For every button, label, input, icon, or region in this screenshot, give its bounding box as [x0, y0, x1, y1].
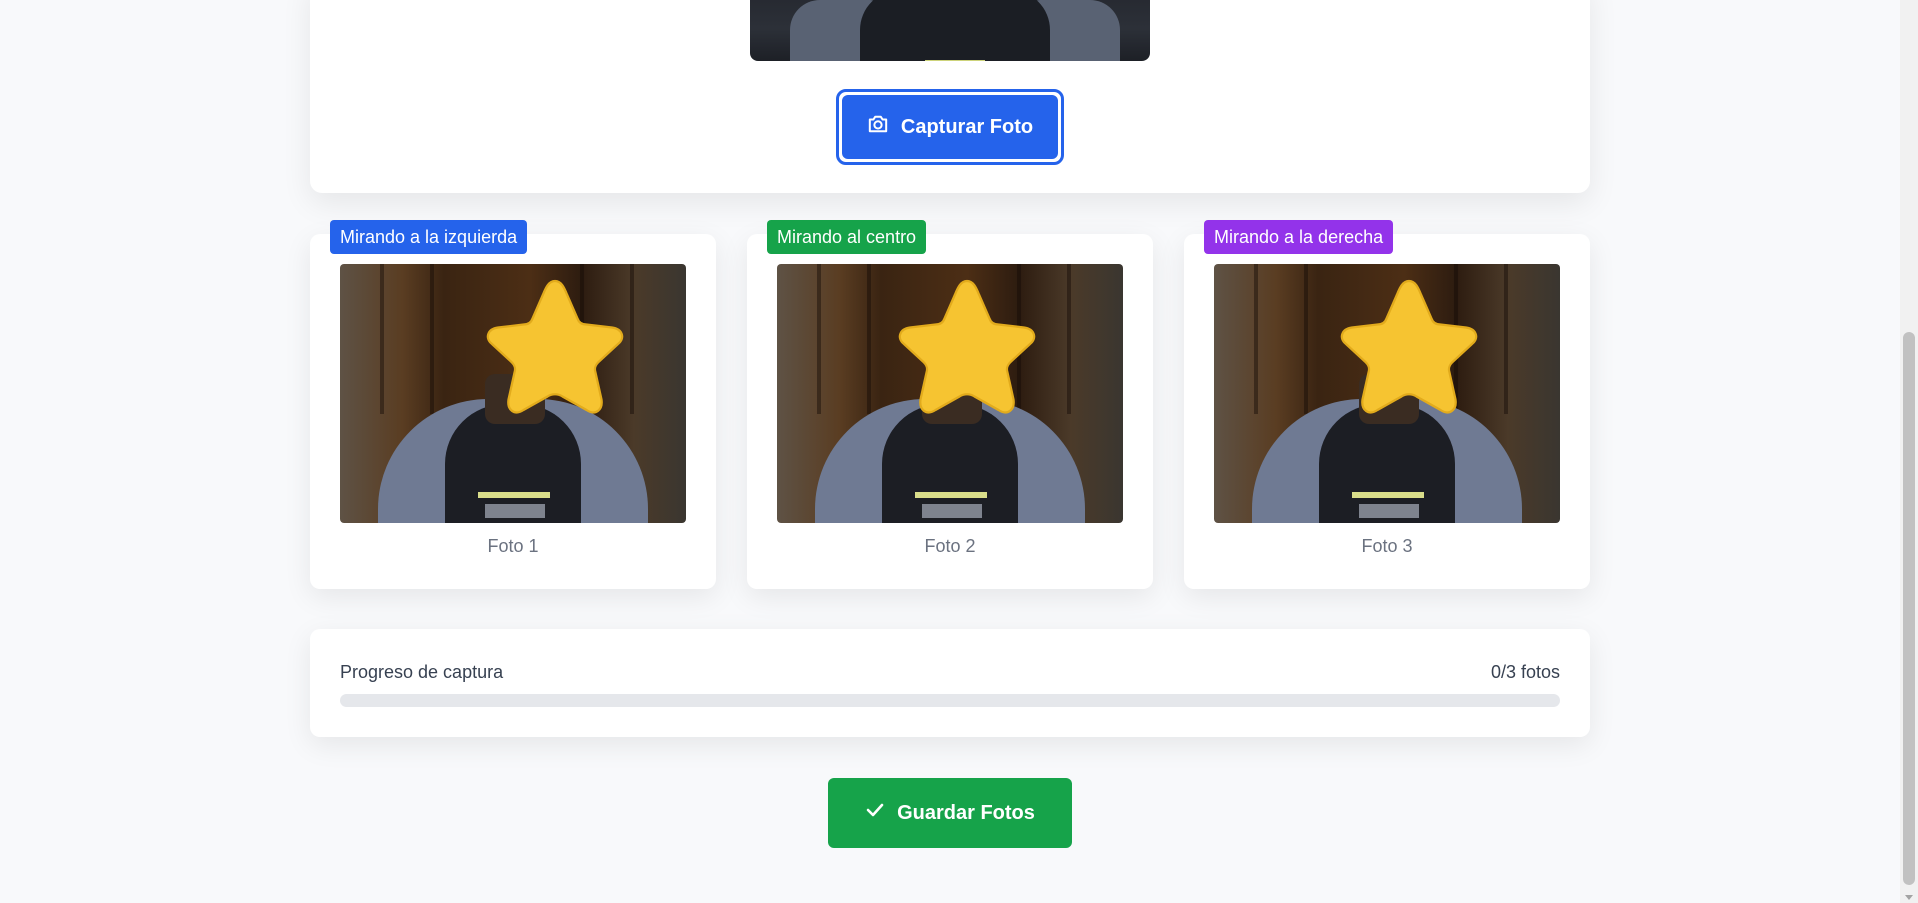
photo-card-right: Mirando a la derecha Foto 3 [1184, 220, 1590, 589]
photo-caption-2: Foto 2 [924, 536, 976, 556]
scrollbar-thumb[interactable] [1903, 332, 1915, 885]
star-icon [486, 279, 624, 414]
progress-label: Progreso de captura [340, 662, 504, 682]
photo-caption-1: Foto 1 [487, 536, 539, 556]
pose-badge-right: Mirando a la derecha [1204, 220, 1394, 254]
scroll-down-arrow-icon[interactable] [1905, 895, 1913, 900]
progress-card: Progreso de captura 0/3 fotos [310, 629, 1590, 737]
pose-badge-left: Mirando a la izquierda [330, 220, 528, 254]
captured-photo-1 [340, 264, 686, 523]
pose-badge-center: Mirando al centro [767, 220, 927, 254]
photo-caption-3: Foto 3 [1361, 536, 1413, 556]
page: Capturar Foto Mirando a la izquierda Fot… [0, 0, 1900, 903]
captured-photo-2 [777, 264, 1123, 523]
page-scrollbar[interactable] [1900, 0, 1918, 903]
star-icon [1340, 279, 1478, 414]
capture-photo-button[interactable]: Capturar Foto [836, 89, 1064, 165]
save-photos-button[interactable]: Guardar Fotos [828, 778, 1072, 848]
check-icon [865, 801, 885, 825]
camera-icon [867, 114, 889, 140]
progress-bar [340, 694, 1560, 707]
captured-photo-3 [1214, 264, 1560, 523]
star-icon [898, 279, 1036, 414]
photo-card-center: Mirando al centro Foto 2 [747, 220, 1153, 589]
save-photos-label: Guardar Fotos [897, 801, 1035, 824]
capture-photo-label: Capturar Foto [900, 115, 1034, 138]
camera-preview [750, 0, 1150, 61]
progress-count: 0/3 fotos [1490, 662, 1560, 682]
photo-card-left: Mirando a la izquierda Foto 1 [310, 220, 716, 589]
